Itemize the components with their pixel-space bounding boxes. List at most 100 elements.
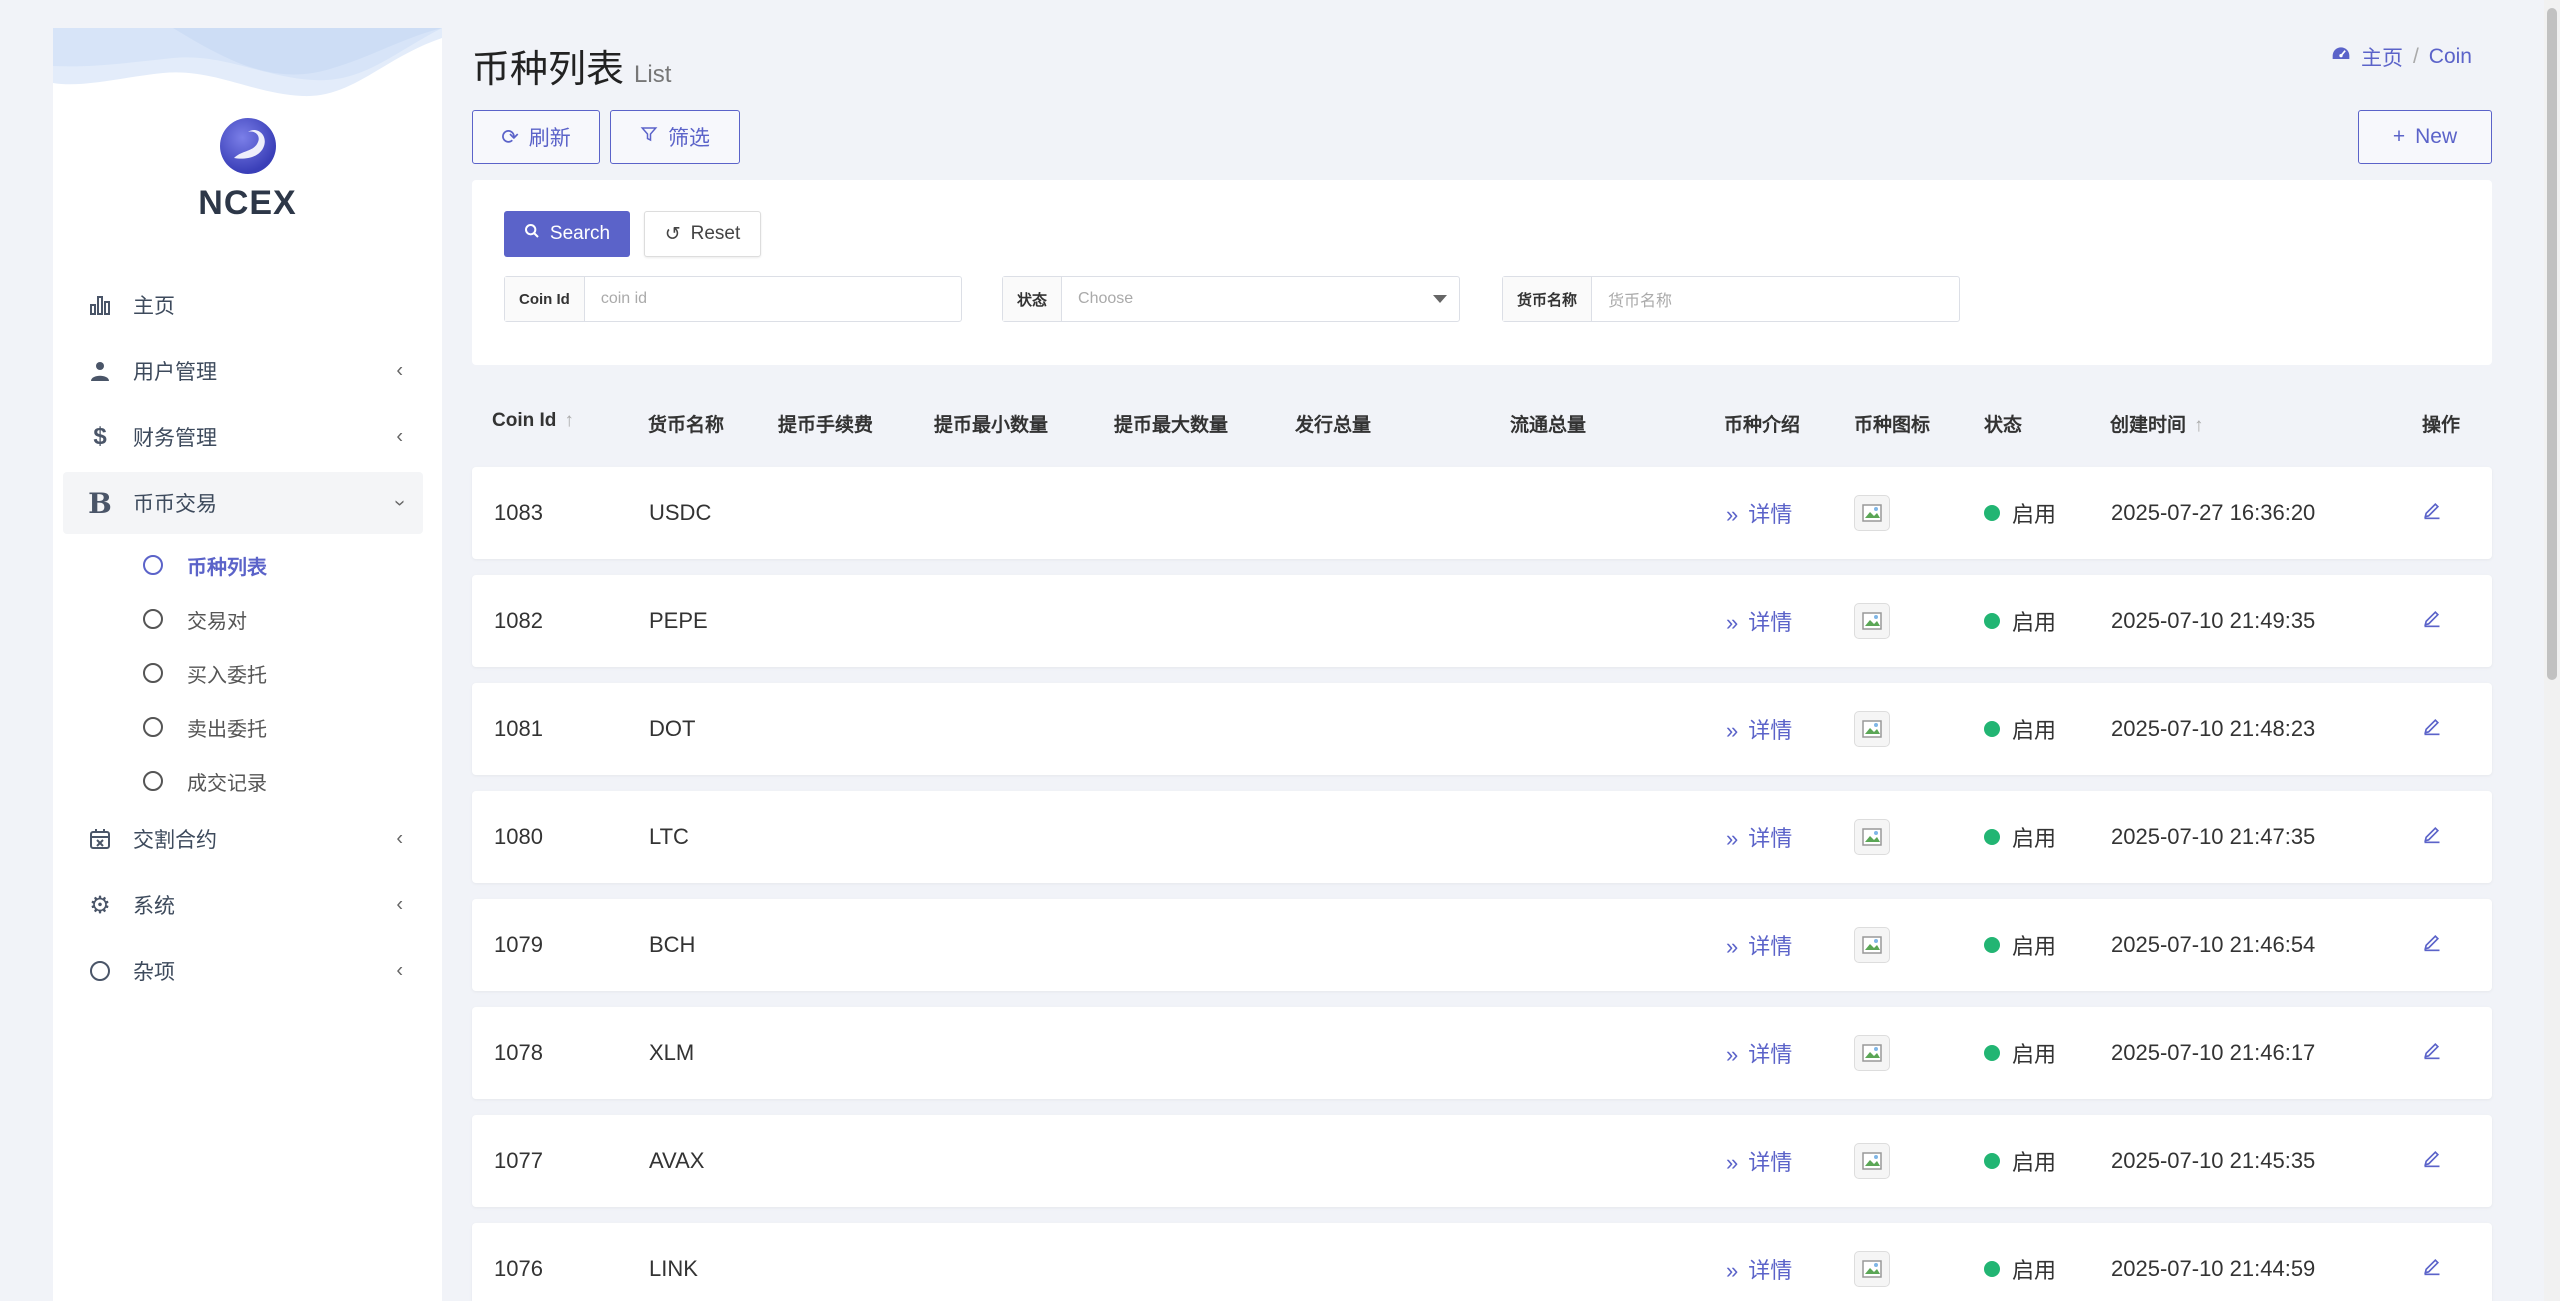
sidebar-subitem-pairs[interactable]: 交易对 bbox=[63, 592, 423, 646]
sidebar-item-users[interactable]: 用户管理 ‹ bbox=[63, 340, 423, 402]
filter-button[interactable]: 筛选 bbox=[610, 110, 740, 164]
coin-id-field: Coin Id coin id bbox=[504, 276, 962, 322]
column-circulation: 流通总量 bbox=[1510, 415, 1587, 436]
status-dot bbox=[1984, 937, 2000, 953]
scrollbar-thumb[interactable] bbox=[2547, 8, 2557, 680]
double-chevron-right-icon: » bbox=[1726, 502, 1739, 527]
cell-coin-id: 1082 bbox=[494, 608, 543, 633]
sidebar-item-home[interactable]: 主页 bbox=[63, 274, 423, 336]
edit-button[interactable] bbox=[2422, 1256, 2442, 1282]
coin-image[interactable] bbox=[1854, 711, 1890, 747]
sidebar-subitem-label: 币种列表 bbox=[187, 556, 267, 579]
column-label: 创建时间 bbox=[2110, 415, 2187, 436]
sort-up-icon[interactable]: ↑ bbox=[564, 410, 574, 431]
edit-button[interactable] bbox=[2422, 824, 2442, 850]
status-select[interactable]: Choose bbox=[1062, 277, 1459, 321]
chevron-left-icon: ‹ bbox=[396, 827, 403, 850]
detail-label: 详情 bbox=[1748, 1258, 1793, 1283]
detail-link[interactable]: » 详情 bbox=[1726, 929, 1792, 961]
coin-image[interactable] bbox=[1854, 603, 1890, 639]
status-badge: 启用 bbox=[1984, 713, 2056, 745]
cell-coin-name: AVAX bbox=[649, 1148, 705, 1173]
circle-icon bbox=[143, 663, 163, 683]
dollar-icon: $ bbox=[93, 423, 107, 450]
column-min-qty: 提币最小数量 bbox=[934, 415, 1049, 436]
column-name: 货币名称 bbox=[648, 415, 725, 436]
detail-link[interactable]: » 详情 bbox=[1726, 605, 1792, 637]
sidebar-item-label: 用户管理 bbox=[133, 361, 217, 384]
status-text: 启用 bbox=[2012, 1042, 2057, 1067]
breadcrumb-current: Coin bbox=[2428, 45, 2472, 68]
sidebar-item-label: 币币交易 bbox=[133, 493, 217, 516]
table-header: Coin Id ↑ 货币名称 提币手续费 提币最小数量 提币最大数量 发行总量 流… bbox=[472, 390, 2492, 450]
column-fee: 提币手续费 bbox=[778, 415, 874, 436]
edit-button[interactable] bbox=[2422, 932, 2442, 958]
cell-coin-id: 1077 bbox=[494, 1148, 543, 1173]
column-coin-id[interactable]: Coin Id ↑ bbox=[492, 410, 574, 432]
circle-icon bbox=[143, 717, 163, 737]
coin-id-input[interactable]: coin id bbox=[585, 277, 961, 321]
coin-image[interactable] bbox=[1854, 1251, 1890, 1287]
coin-image[interactable] bbox=[1854, 819, 1890, 855]
refresh-icon: ⟳ bbox=[501, 125, 519, 149]
detail-link[interactable]: » 详情 bbox=[1726, 1253, 1792, 1285]
chevron-down-icon: ‹ bbox=[388, 499, 411, 507]
double-chevron-right-icon: » bbox=[1726, 826, 1739, 851]
new-button[interactable]: + New bbox=[2358, 110, 2492, 164]
coin-name-input[interactable]: 货币名称 bbox=[1592, 277, 1959, 321]
detail-label: 详情 bbox=[1748, 718, 1793, 743]
reset-button[interactable]: ↺ Reset bbox=[644, 211, 761, 257]
broken-image-icon bbox=[1862, 1260, 1882, 1278]
detail-label: 详情 bbox=[1748, 826, 1793, 851]
cell-coin-name: XLM bbox=[649, 1040, 695, 1065]
coin-image[interactable] bbox=[1854, 1035, 1890, 1071]
broken-image-icon bbox=[1862, 504, 1882, 522]
reset-label: Reset bbox=[690, 223, 741, 244]
edit-button[interactable] bbox=[2422, 608, 2442, 634]
sidebar-subitem-label: 成交记录 bbox=[187, 772, 267, 795]
detail-link[interactable]: » 详情 bbox=[1726, 1037, 1792, 1069]
edit-button[interactable] bbox=[2422, 1148, 2442, 1174]
cell-coin-name: LINK bbox=[649, 1256, 698, 1281]
status-badge: 启用 bbox=[1984, 1037, 2056, 1069]
detail-label: 详情 bbox=[1748, 1150, 1793, 1175]
column-intro: 币种介绍 bbox=[1724, 415, 1801, 436]
coin-image[interactable] bbox=[1854, 495, 1890, 531]
column-created-at[interactable]: 创建时间 ↑ bbox=[2110, 410, 2204, 437]
column-icon: 币种图标 bbox=[1854, 415, 1931, 436]
circle-icon bbox=[143, 609, 163, 629]
edit-button[interactable] bbox=[2422, 500, 2442, 526]
sidebar-item-finance[interactable]: $ 财务管理 ‹ bbox=[63, 406, 423, 468]
sidebar-item-spot-trading[interactable]: B 币币交易 ‹ bbox=[63, 472, 423, 534]
edit-button[interactable] bbox=[2422, 716, 2442, 742]
coin-image[interactable] bbox=[1854, 927, 1890, 963]
scrollbar[interactable] bbox=[2544, 0, 2560, 1301]
detail-link[interactable]: » 详情 bbox=[1726, 713, 1792, 745]
edit-icon bbox=[2424, 502, 2440, 520]
cell-coin-id: 1078 bbox=[494, 1040, 543, 1065]
status-badge: 启用 bbox=[1984, 497, 2056, 529]
detail-link[interactable]: » 详情 bbox=[1726, 821, 1792, 853]
sort-up-icon[interactable]: ↑ bbox=[2194, 415, 2204, 436]
sidebar-subitem-buy-orders[interactable]: 买入委托 bbox=[63, 646, 423, 700]
dashboard-icon bbox=[2331, 44, 2351, 70]
sidebar-item-system[interactable]: ⚙ 系统 ‹ bbox=[63, 874, 423, 936]
detail-link[interactable]: » 详情 bbox=[1726, 497, 1792, 529]
search-button[interactable]: Search bbox=[504, 211, 630, 257]
coin-image[interactable] bbox=[1854, 1143, 1890, 1179]
sidebar-subitem-sell-orders[interactable]: 卖出委托 bbox=[63, 700, 423, 754]
sidebar-item-delivery-contracts[interactable]: 交割合约 ‹ bbox=[63, 808, 423, 870]
search-label: Search bbox=[549, 223, 611, 244]
logo[interactable]: NCEX bbox=[53, 118, 442, 223]
refresh-button[interactable]: ⟳ 刷新 bbox=[472, 110, 600, 164]
sidebar-item-misc[interactable]: 杂项 ‹ bbox=[63, 940, 423, 1002]
detail-link[interactable]: » 详情 bbox=[1726, 1145, 1792, 1177]
cell-coin-id: 1080 bbox=[494, 824, 543, 849]
edit-button[interactable] bbox=[2422, 1040, 2442, 1066]
cell-coin-name: BCH bbox=[649, 932, 696, 957]
sidebar-subitem-trades[interactable]: 成交记录 bbox=[63, 754, 423, 808]
sidebar-subitem-coin-list[interactable]: 币种列表 bbox=[63, 538, 423, 592]
breadcrumb-home[interactable]: 主页 bbox=[2361, 42, 2403, 72]
double-chevron-right-icon: » bbox=[1726, 1258, 1739, 1283]
table-row: 1077 AVAX » 详情 启用 2025-07-10 21:45:35 bbox=[472, 1115, 2492, 1207]
